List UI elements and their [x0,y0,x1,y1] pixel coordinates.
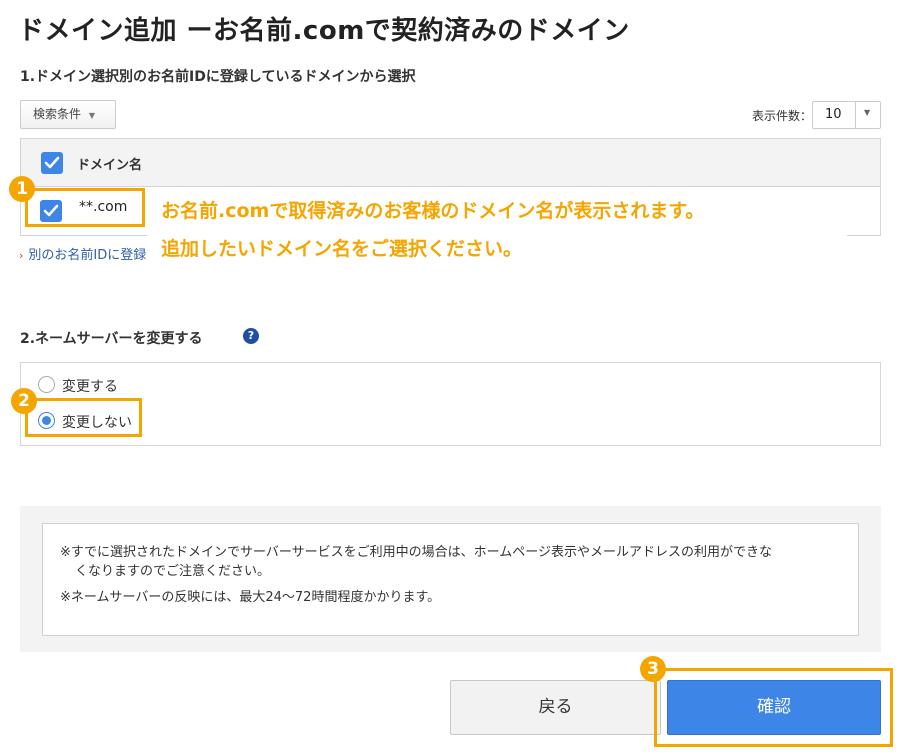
radio-change[interactable] [38,376,55,393]
highlight-box-1 [25,188,145,227]
notice-line-1b: くなりますのでご注意ください。 [75,564,271,579]
search-conditions-dropdown[interactable]: 検索条件 ▼ [20,100,116,129]
notice-line-2: ※ネームサーバーの反映には、最大24～72時間程度かかります。 [60,590,441,605]
back-button[interactable]: 戻る [450,680,661,735]
notice-box [42,523,859,636]
select-all-checkbox[interactable] [41,152,63,174]
section2-title: 2.ネームサーバーを変更する [20,331,203,347]
domain-column-header: ドメイン名 [77,158,143,173]
page-size-label: 表示件数： [752,109,813,123]
help-icon[interactable]: ? [243,328,259,344]
annotation-line-1: お名前.comで取得済みのお客様のドメイン名が表示されます。 [161,200,705,222]
annotation-line-2: 追加したいドメイン名をご選択ください。 [161,238,523,260]
page-title: ドメイン追加 ーお名前.comで契約済みのドメイン [18,16,630,46]
notice-line-1a: ※すでに選択されたドメインでサーバーサービスをご利用中の場合は、ホームページ表示… [60,545,772,560]
page-size-select[interactable]: 10 ▼ [812,101,881,129]
select-divider [855,102,856,128]
other-id-link[interactable]: › 別のお名前IDに登録しているドメインから選択 [19,244,147,263]
highlight-box-2 [25,398,142,437]
step-badge-1: 1 [9,176,35,202]
chevron-down-icon: ▼ [88,111,95,120]
radio-change-label[interactable]: 変更する [62,376,118,396]
other-id-link-label: 別のお名前IDに登録しているドメインから選択 [28,248,147,263]
highlight-box-3 [654,668,893,747]
check-icon [44,156,60,169]
nameserver-options-panel [20,362,881,446]
search-conditions-label: 検索条件 [33,107,82,121]
chevron-right-icon: › [19,249,24,262]
table-header: ドメイン名 [21,139,880,187]
step-badge-3: 3 [640,656,666,682]
page-size-value: 10 [825,107,842,122]
chevron-down-icon: ▼ [864,108,871,117]
step-badge-2: 2 [11,388,37,414]
section1-title: 1.ドメイン選択別のお名前IDに登録しているドメインから選択 [20,69,416,85]
